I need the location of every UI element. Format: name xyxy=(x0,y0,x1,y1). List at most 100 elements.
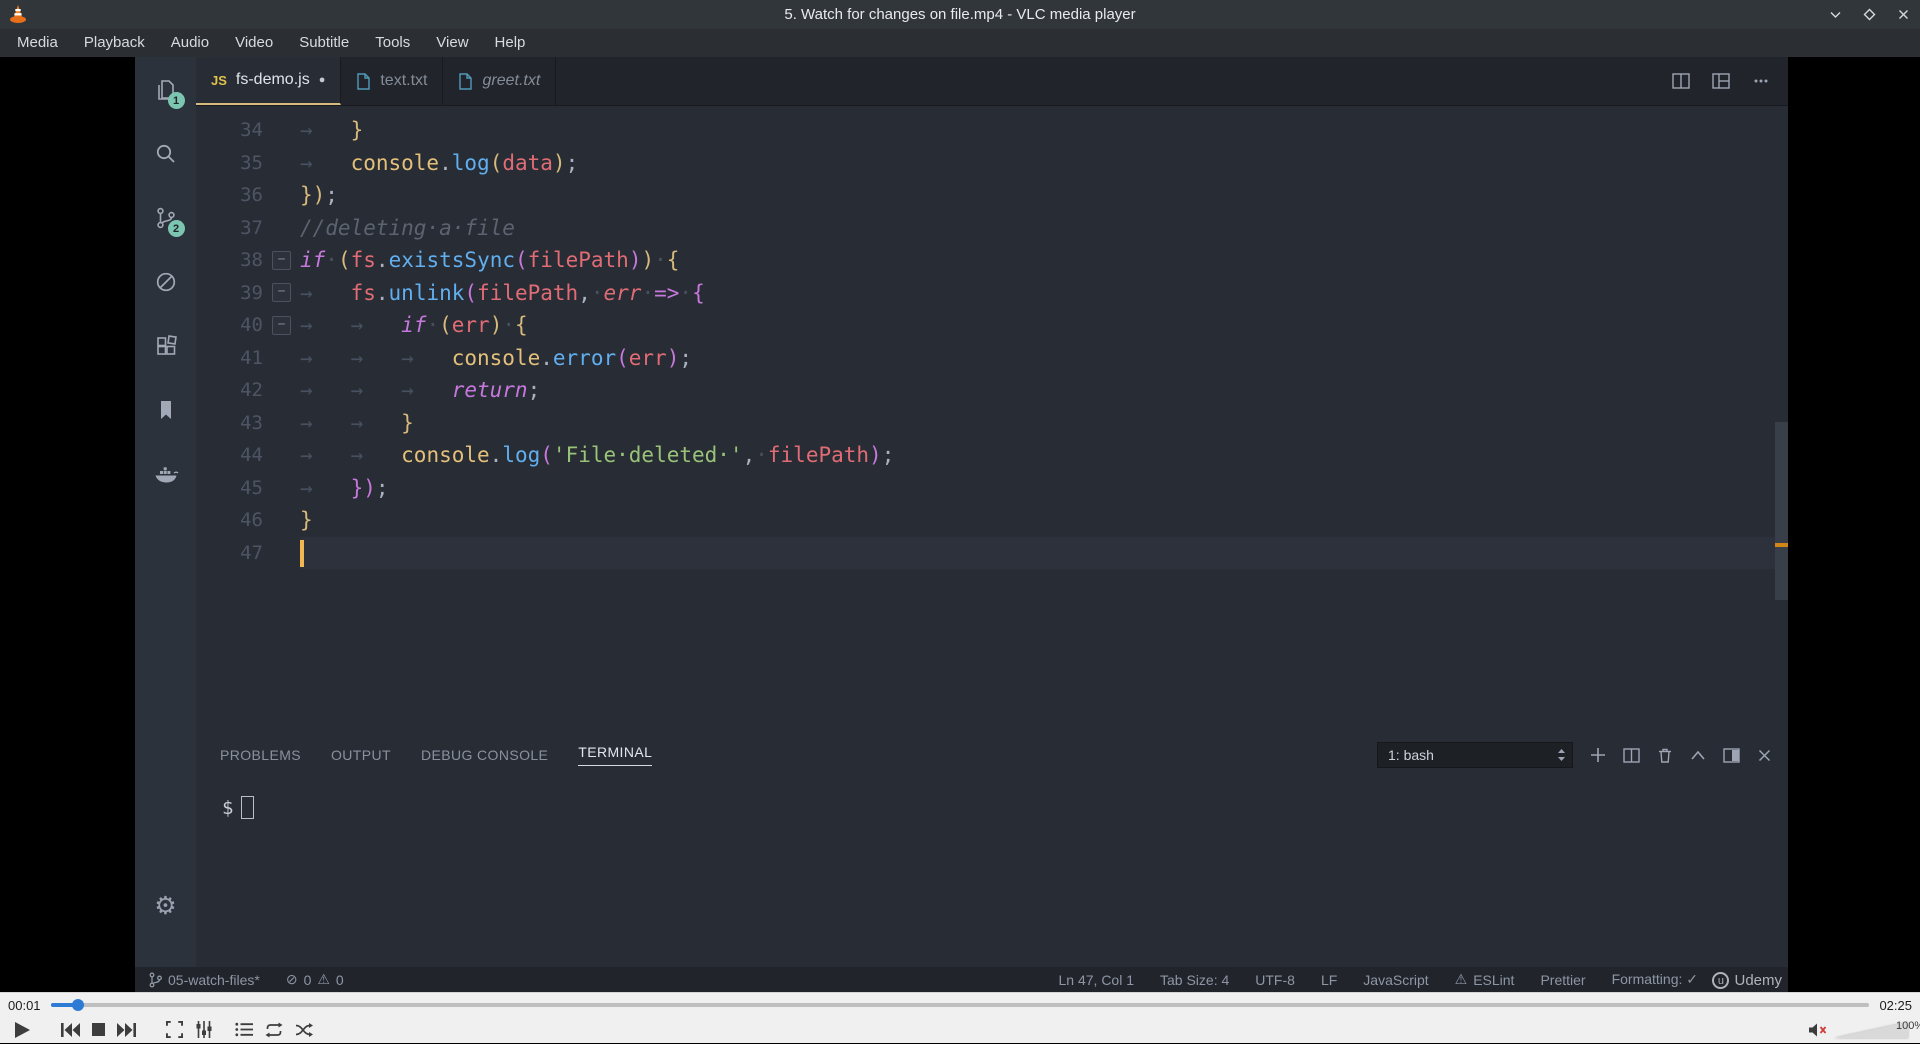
code-line: 45 → }); xyxy=(196,472,1775,505)
status-item-warning-icon: ⚠ xyxy=(1454,971,1468,987)
menu-help[interactable]: Help xyxy=(482,29,539,57)
overview-ruler-modified-marker xyxy=(1775,543,1788,547)
code-text: if·(fs.existsSync(filePath))·{ xyxy=(300,244,679,277)
code-token: filePath xyxy=(767,443,870,467)
code-token: //deleting·a·file xyxy=(300,215,515,240)
code-token: ( xyxy=(464,280,478,305)
code-token: ( xyxy=(616,345,629,370)
fold-gutter xyxy=(263,179,300,212)
code-token: → xyxy=(300,280,351,305)
status-item-javascript: JavaScript xyxy=(1363,972,1428,988)
code-token: err xyxy=(451,313,490,337)
editor-actions xyxy=(1672,57,1788,105)
stop-button[interactable] xyxy=(86,1017,111,1043)
total-time[interactable]: 02:25 xyxy=(1879,998,1912,1013)
window-title: 5. Watch for changes on file.mp4 - VLC m… xyxy=(784,6,1136,23)
status-item-utf-8: UTF-8 xyxy=(1255,972,1295,988)
code-token: . xyxy=(439,150,452,175)
menu-tools[interactable]: Tools xyxy=(362,29,423,57)
menu-view[interactable]: View xyxy=(423,29,481,57)
status-item-label: Tab Size: 4 xyxy=(1160,971,1230,988)
menu-audio[interactable]: Audio xyxy=(158,29,222,57)
fold-gutter xyxy=(263,374,300,407)
code-token: }) xyxy=(350,475,376,500)
close-panel-icon xyxy=(1757,748,1772,763)
line-number: 35 xyxy=(240,151,263,174)
menu-playback[interactable]: Playback xyxy=(71,29,158,57)
warnings-icon: ⚠ xyxy=(317,971,330,987)
code-token: → xyxy=(300,475,351,500)
status-item-formatting-: Formatting: ✓ xyxy=(1612,971,1698,988)
status-item-label: Formatting: ✓ xyxy=(1611,971,1698,987)
random-button[interactable] xyxy=(289,1017,319,1043)
problems-status-item: ⊘ 0 ⚠ 0 xyxy=(286,971,344,988)
code-token: } xyxy=(350,118,364,142)
extensions-icon xyxy=(153,333,179,359)
code-token: ) xyxy=(666,345,680,370)
play-button[interactable] xyxy=(8,1017,37,1043)
more-actions-icon xyxy=(1752,73,1770,89)
maximize-button[interactable] xyxy=(1860,6,1878,24)
code-token: ( xyxy=(337,248,351,272)
code-token: log xyxy=(502,443,541,467)
volume-area: 100% xyxy=(1808,1020,1920,1038)
javascript-file-icon: JS xyxy=(211,72,227,88)
elapsed-time[interactable]: 00:01 xyxy=(8,998,41,1013)
editor-tabbar: JS fs-demo.js ● text.txt greet.txt xyxy=(196,57,1788,106)
previous-button[interactable] xyxy=(55,1017,86,1043)
code-token: → → → xyxy=(300,378,452,402)
udemy-watermark-text: Udemy xyxy=(1734,972,1782,989)
docker-icon xyxy=(153,461,179,487)
code-token: { xyxy=(666,248,680,272)
errors-count: 0 xyxy=(303,971,312,988)
code-token: existsSync xyxy=(388,248,515,272)
code-token: . xyxy=(540,345,553,370)
status-right-items: Ln 47, Col 1 Tab Size: 4 UTF-8 LF JavaScript… xyxy=(1059,971,1699,988)
code-text: → console.log(data); xyxy=(300,147,578,180)
menu-subtitle[interactable]: Subtitle xyxy=(286,29,362,57)
status-item-label: ESLint xyxy=(1473,971,1515,988)
menu-media[interactable]: Media xyxy=(4,29,71,57)
playlist-button[interactable] xyxy=(229,1017,259,1043)
code-token: . xyxy=(489,443,503,467)
seek-handle[interactable] xyxy=(71,999,84,1011)
code-text: → → } xyxy=(300,407,414,440)
next-button[interactable] xyxy=(111,1017,142,1043)
fold-gutter xyxy=(263,342,300,375)
code-token: · xyxy=(590,280,604,305)
volume-muted-icon[interactable] xyxy=(1808,1022,1828,1038)
editor-cursor xyxy=(300,540,304,567)
code-text: → } xyxy=(300,114,363,147)
code-text: }); xyxy=(300,179,338,212)
fullscreen-button[interactable] xyxy=(160,1017,189,1043)
status-item-label: Prettier xyxy=(1540,971,1586,988)
close-button[interactable] xyxy=(1894,6,1912,24)
fold-gutter: − xyxy=(263,309,300,342)
fold-gutter xyxy=(263,472,300,505)
menu-video[interactable]: Video xyxy=(222,29,286,57)
code-token: · xyxy=(426,313,440,337)
seek-slider[interactable] xyxy=(50,999,1870,1011)
code-text: } xyxy=(300,504,313,537)
fold-gutter: − xyxy=(263,277,300,310)
new-terminal-icon xyxy=(1590,747,1606,763)
panel-tab-output: OUTPUT xyxy=(331,747,391,763)
text-file-icon xyxy=(356,72,371,90)
errors-icon: ⊘ xyxy=(285,971,298,987)
loop-button[interactable] xyxy=(259,1017,289,1043)
fold-gutter xyxy=(263,504,300,537)
minimize-button[interactable] xyxy=(1826,6,1844,24)
panel-tab-debug-console: DEBUG CONSOLE xyxy=(420,747,549,763)
fold-gutter xyxy=(263,439,300,472)
editor-tab-fs-demo-js: JS fs-demo.js ● xyxy=(196,57,342,105)
video-surface[interactable]: 1 2 ⚙ JS fs-demo.js ● text.txt greet.txt… xyxy=(0,57,1920,992)
fold-collapse-icon: − xyxy=(272,283,291,303)
code-token: log xyxy=(451,150,490,175)
code-token: return xyxy=(451,378,528,402)
extended-settings-button[interactable] xyxy=(189,1017,219,1043)
line-number: 40 xyxy=(240,314,263,336)
code-token: fs xyxy=(350,280,376,305)
editor-scrollbar xyxy=(1775,422,1788,600)
code-token: ; xyxy=(679,345,693,370)
code-text: //deleting·a·file xyxy=(300,212,515,245)
